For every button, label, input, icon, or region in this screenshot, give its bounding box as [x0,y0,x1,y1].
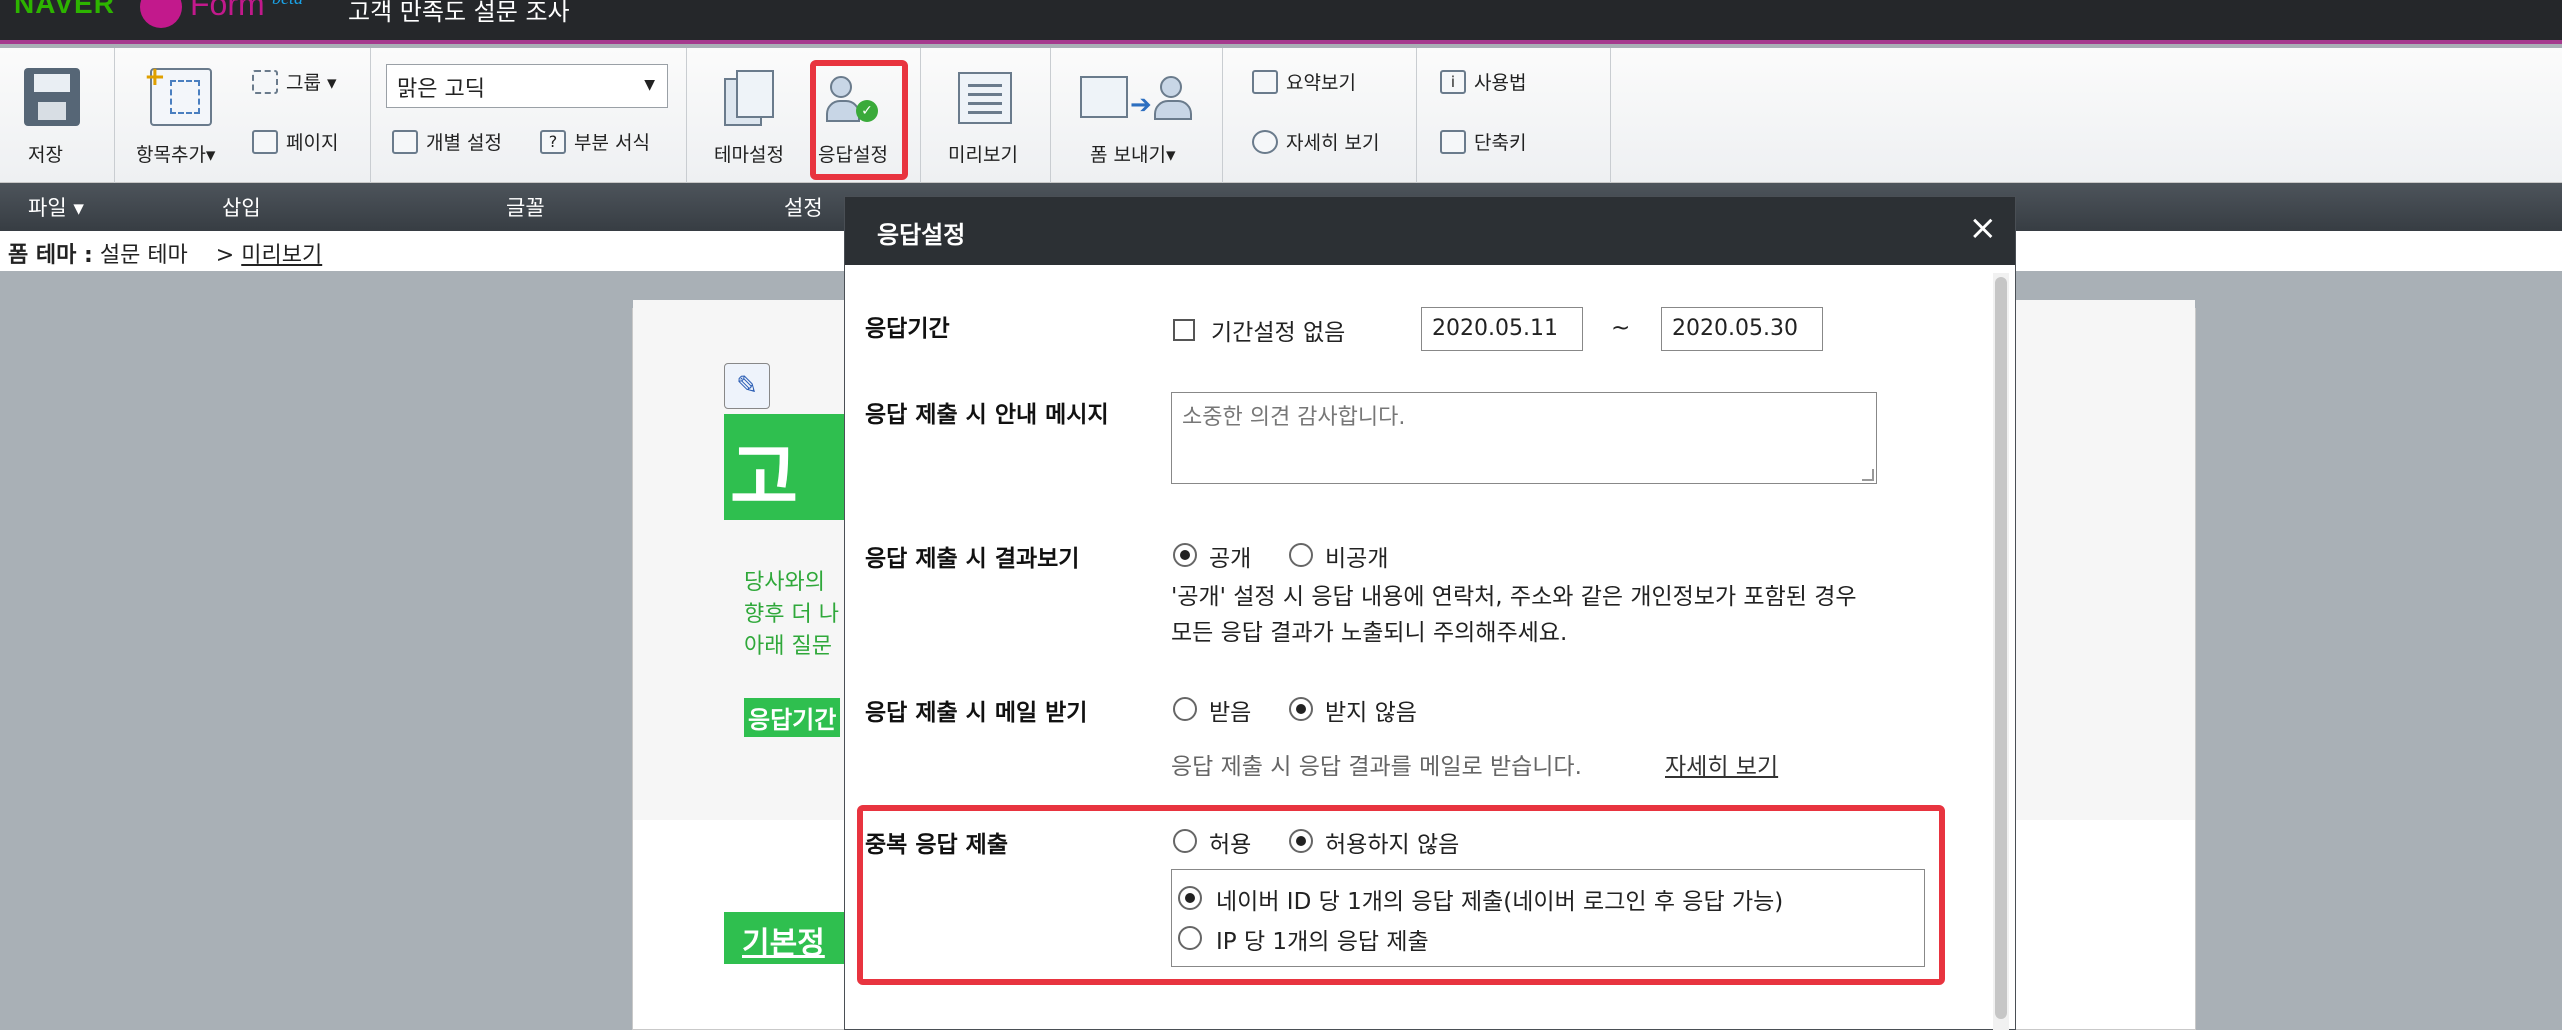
font-family-select[interactable]: 맑은 고딕 ▼ [386,64,668,108]
summary-view-label: 요약보기 [1286,72,1356,94]
response-setting-highlight [810,60,908,180]
preview-button[interactable]: 미리보기 [948,140,1018,167]
individual-setting-button[interactable]: 개별 설정 [392,128,502,155]
group-label-insert: 삽입 [222,196,261,220]
file-menu[interactable]: 파일 ▾ [28,192,84,222]
result-private-radio[interactable] [1289,543,1313,567]
close-icon[interactable]: × [1969,211,1998,245]
resize-handle-icon[interactable] [1862,469,1874,481]
result-private-label: 비공개 [1325,546,1389,572]
no-period-checkbox[interactable] [1173,319,1195,341]
shortcut-button[interactable]: 단축키 [1440,128,1526,155]
preview-link[interactable]: 미리보기 [241,243,322,268]
scrollbar-thumb[interactable] [1995,277,2007,1019]
individual-setting-label: 개별 설정 [426,132,502,154]
period-label: 응답기간 [865,316,950,342]
page-label: 페이지 [286,132,339,154]
mail-not-receive-label: 받지 않음 [1325,700,1417,726]
form-logo-icon [140,0,182,28]
page-button[interactable]: 페이지 [252,128,338,155]
info-icon: i [1440,69,1466,94]
partial-format-button[interactable]: ? 부분 서식 [540,128,650,155]
save-icon[interactable] [24,68,80,126]
submit-message-textarea[interactable]: 소중한 의견 감사합니다. [1171,392,1877,484]
group-label: 그룹 ▾ [286,72,337,94]
result-public-label: 공개 [1209,546,1252,572]
keyboard-icon [1440,129,1466,154]
group-icon [252,69,278,94]
end-date-input[interactable]: 2020.05.30 [1661,307,1823,351]
magnifier-icon [1252,129,1278,154]
mail-description: 응답 제출 시 응답 결과를 메일로 받습니다. [1171,754,1582,780]
page-icon [252,129,278,154]
date-range-tilde: ~ [1611,315,1631,341]
beta-label: beta [272,0,303,9]
app-title-bar: NAVER Form beta 고객 만족도 설문 조사 [0,0,2562,44]
partial-format-label: 부분 서식 [574,132,650,154]
help-icon: ? [540,129,566,154]
basic-info-section[interactable]: 기본정 [724,912,844,964]
shortcut-label: 단축키 [1474,132,1527,154]
theme-setting-icon[interactable] [724,70,774,128]
form-desc-line2: 향후 더 나 [744,602,839,627]
mail-not-receive-radio[interactable] [1289,697,1313,721]
send-form-button[interactable]: 폼 보내기▾ [1090,140,1176,167]
save-button[interactable]: 저장 [28,140,63,167]
theme-label: 폼 테마 : [8,243,93,268]
group-label-settings: 설정 [784,196,823,220]
pie-chart-icon [1252,69,1278,94]
start-date-input[interactable]: 2020.05.11 [1421,307,1583,351]
group-button[interactable]: 그룹 ▾ [252,68,337,95]
preview-icon[interactable] [958,72,1012,124]
dialog-title: 응답설정 [877,221,966,249]
form-period-label: 응답기간 [744,698,841,737]
group-label-font: 글꼴 [506,196,545,220]
result-note-line1: '공개' 설정 시 응답 내용에 연락처, 주소와 같은 개인정보가 포함된 경… [1171,584,1857,610]
result-note-line2: 모든 응답 결과가 노출되니 주의해주세요. [1171,620,1568,646]
result-public-radio[interactable] [1173,543,1197,567]
summary-view-button[interactable]: 요약보기 [1252,68,1356,95]
document-title: 고객 만족도 설문 조사 [348,0,570,26]
usage-label: 사용법 [1474,72,1527,94]
form-logo-text: Form [190,0,265,22]
usage-button[interactable]: i 사용법 [1440,68,1526,95]
detail-view-label: 자세히 보기 [1286,132,1380,154]
form-title[interactable]: 고객 [724,414,846,520]
mail-label: 응답 제출 시 메일 받기 [865,700,1088,726]
text-format-icon [392,129,418,154]
form-desc-line1: 당사와의 [744,570,825,595]
detail-view-button[interactable]: 자세히 보기 [1252,128,1379,155]
chevron-down-icon: ▼ [644,77,655,93]
naver-logo: NAVER [14,0,115,19]
mail-receive-radio[interactable] [1173,697,1197,721]
response-settings-dialog: 응답설정 × 응답기간 기간설정 없음 2020.05.11 ~ 2020.05… [844,196,2016,1030]
theme-value: 설문 테마 [99,243,188,268]
result-view-label: 응답 제출 시 결과보기 [865,546,1080,572]
theme-setting-button[interactable]: 테마설정 [714,140,784,167]
submit-message-text: 소중한 의견 감사합니다. [1182,405,1406,430]
pencil-edit-icon[interactable]: ✎ [724,363,770,409]
breadcrumb-separator: > [215,243,235,268]
send-form-icon[interactable]: ➔ [1080,72,1196,126]
form-desc-line3: 아래 질문 [744,634,832,659]
message-label: 응답 제출 시 안내 메시지 [865,402,1109,428]
dialog-header: 응답설정 [845,197,2015,265]
mail-receive-label: 받음 [1209,700,1252,726]
no-period-label: 기간설정 없음 [1211,320,1346,346]
add-item-icon[interactable]: + [144,62,212,126]
font-family-value: 맑은 고딕 [397,77,485,102]
duplicate-section-highlight [857,805,1945,985]
mail-more-link[interactable]: 자세히 보기 [1665,747,1778,781]
add-item-button[interactable]: 항목추가▾ [136,140,215,167]
